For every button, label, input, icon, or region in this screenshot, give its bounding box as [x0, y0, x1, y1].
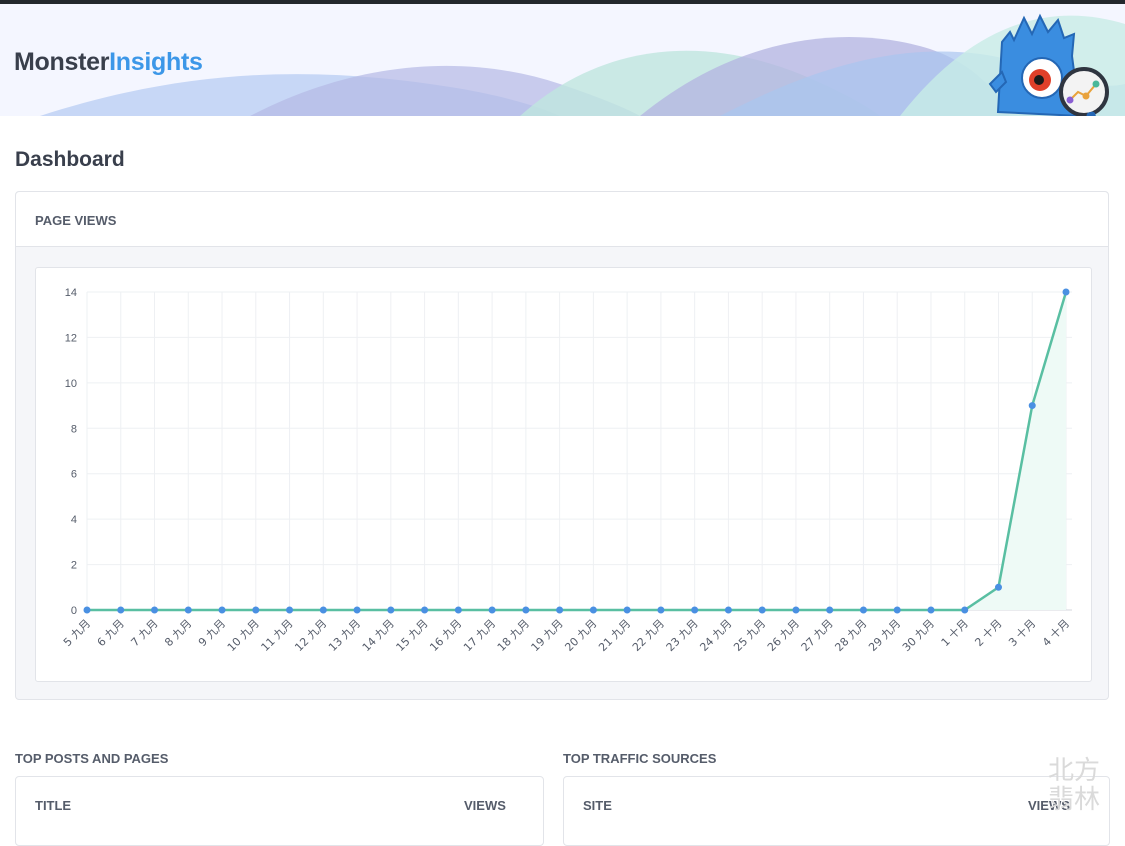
x-tick-label: 28 九月 — [832, 617, 869, 654]
data-point — [724, 606, 732, 614]
watermark-seal: 北方 翡林 — [1048, 756, 1100, 812]
x-tick-label: 6 九月 — [95, 617, 127, 649]
svg-text:翡林: 翡林 — [1048, 785, 1100, 812]
x-tick-label: 25 九月 — [731, 617, 768, 654]
y-tick-label: 4 — [71, 514, 77, 526]
x-tick-label: 15 九月 — [394, 617, 431, 654]
y-tick-label: 14 — [65, 287, 77, 299]
data-point — [387, 606, 395, 614]
x-tick-label: 17 九月 — [461, 617, 498, 654]
data-point — [556, 606, 564, 614]
data-point — [522, 606, 530, 614]
page-views-panel-header: PAGE VIEWS — [16, 192, 1108, 247]
x-tick-label: 7 九月 — [128, 617, 160, 649]
x-tick-label: 9 九月 — [196, 617, 228, 649]
x-tick-label: 3 十月 — [1005, 616, 1038, 649]
data-point — [961, 606, 969, 614]
x-tick-label: 14 九月 — [360, 617, 397, 654]
top-posts-col-views: VIEWS — [464, 798, 506, 813]
data-point — [623, 606, 631, 614]
page-views-chart-svg: 0 2 4 6 8 10 12 14 5 九月 6 九月 7 九月 8 九月 9 九月10 九月11 九… — [61, 287, 1072, 654]
data-point — [252, 606, 260, 614]
top-posts-title: TOP POSTS AND PAGES — [15, 751, 169, 766]
data-point — [691, 606, 699, 614]
data-point — [927, 606, 935, 614]
x-tick-label: 11 九月 — [259, 617, 296, 654]
x-tick-label: 27 九月 — [799, 617, 836, 654]
x-tick-label: 22 九月 — [630, 617, 667, 654]
data-point — [117, 606, 125, 614]
brand-logo-part1: Monster — [14, 48, 110, 76]
x-tick-label: 19 九月 — [529, 617, 566, 654]
y-tick-label: 8 — [71, 423, 77, 435]
data-point — [826, 606, 834, 614]
data-point — [589, 606, 597, 614]
data-point — [1062, 288, 1070, 296]
x-tick-label: 24 九月 — [697, 617, 734, 654]
x-tick-label: 10 九月 — [225, 617, 262, 654]
data-point — [151, 606, 159, 614]
x-tick-label: 16 九月 — [427, 617, 464, 654]
x-tick-label: 30 九月 — [900, 617, 937, 654]
y-tick-label: 2 — [71, 560, 77, 572]
data-point — [657, 606, 665, 614]
x-tick-label: 26 九月 — [765, 617, 802, 654]
data-point — [1028, 402, 1036, 410]
data-point — [758, 606, 766, 614]
x-tick-label: 23 九月 — [664, 617, 701, 654]
y-tick-label: 12 — [65, 332, 77, 344]
data-point — [454, 606, 462, 614]
data-point — [488, 606, 496, 614]
y-tick-label: 10 — [65, 378, 77, 390]
top-posts-card: TITLE VIEWS — [15, 776, 544, 846]
x-tick-label: 5 九月 — [61, 617, 93, 649]
data-point — [893, 606, 901, 614]
x-tick-label: 4 十月 — [1039, 616, 1072, 649]
x-tick-label: 29 九月 — [866, 617, 903, 654]
top-sources-title: TOP TRAFFIC SOURCES — [563, 751, 717, 766]
data-point — [83, 606, 91, 614]
x-tick-label: 1 十月 — [938, 616, 971, 649]
top-sources-card: SITE VIEWS — [563, 776, 1110, 846]
x-tick-label: 21 九月 — [596, 617, 633, 654]
data-point — [184, 606, 192, 614]
x-tick-label: 12 九月 — [292, 617, 329, 654]
top-sources-col-site: SITE — [583, 798, 612, 813]
data-point — [319, 606, 327, 614]
page-title: Dashboard — [15, 148, 125, 171]
data-point — [994, 583, 1002, 591]
data-point — [421, 606, 429, 614]
data-point — [792, 606, 800, 614]
x-tick-label: 13 九月 — [326, 617, 363, 654]
series-line — [87, 291, 1068, 612]
page-views-panel: PAGE VIEWS 0 2 4 6 8 10 12 14 5 九月 6 九月 7 九月 8 九月 9 … — [15, 191, 1109, 700]
y-tick-label: 0 — [71, 605, 77, 617]
series-area-fill — [87, 292, 1066, 610]
brand-logo-part2: Insights — [109, 48, 203, 76]
x-tick-label: 18 九月 — [495, 617, 532, 654]
page-views-chart: 0 2 4 6 8 10 12 14 5 九月 6 九月 7 九月 8 九月 9 九月 10 九月 11 九… — [35, 267, 1092, 682]
svg-text:北方: 北方 — [1048, 756, 1100, 786]
brand-logo[interactable]: MonsterInsights — [14, 48, 203, 77]
x-tick-label: 8 九月 — [162, 617, 194, 649]
x-tick-label: 2 十月 — [972, 616, 1005, 649]
y-tick-label: 6 — [71, 469, 77, 481]
header-banner: MonsterInsights — [0, 4, 1125, 116]
data-point — [218, 606, 226, 614]
data-point — [286, 606, 294, 614]
top-posts-col-title: TITLE — [35, 798, 72, 813]
data-point — [353, 606, 361, 614]
page-views-title: PAGE VIEWS — [35, 213, 117, 228]
data-point — [859, 606, 867, 614]
x-tick-label: 20 九月 — [562, 617, 599, 654]
monster-mascot-icon — [988, 13, 1109, 116]
